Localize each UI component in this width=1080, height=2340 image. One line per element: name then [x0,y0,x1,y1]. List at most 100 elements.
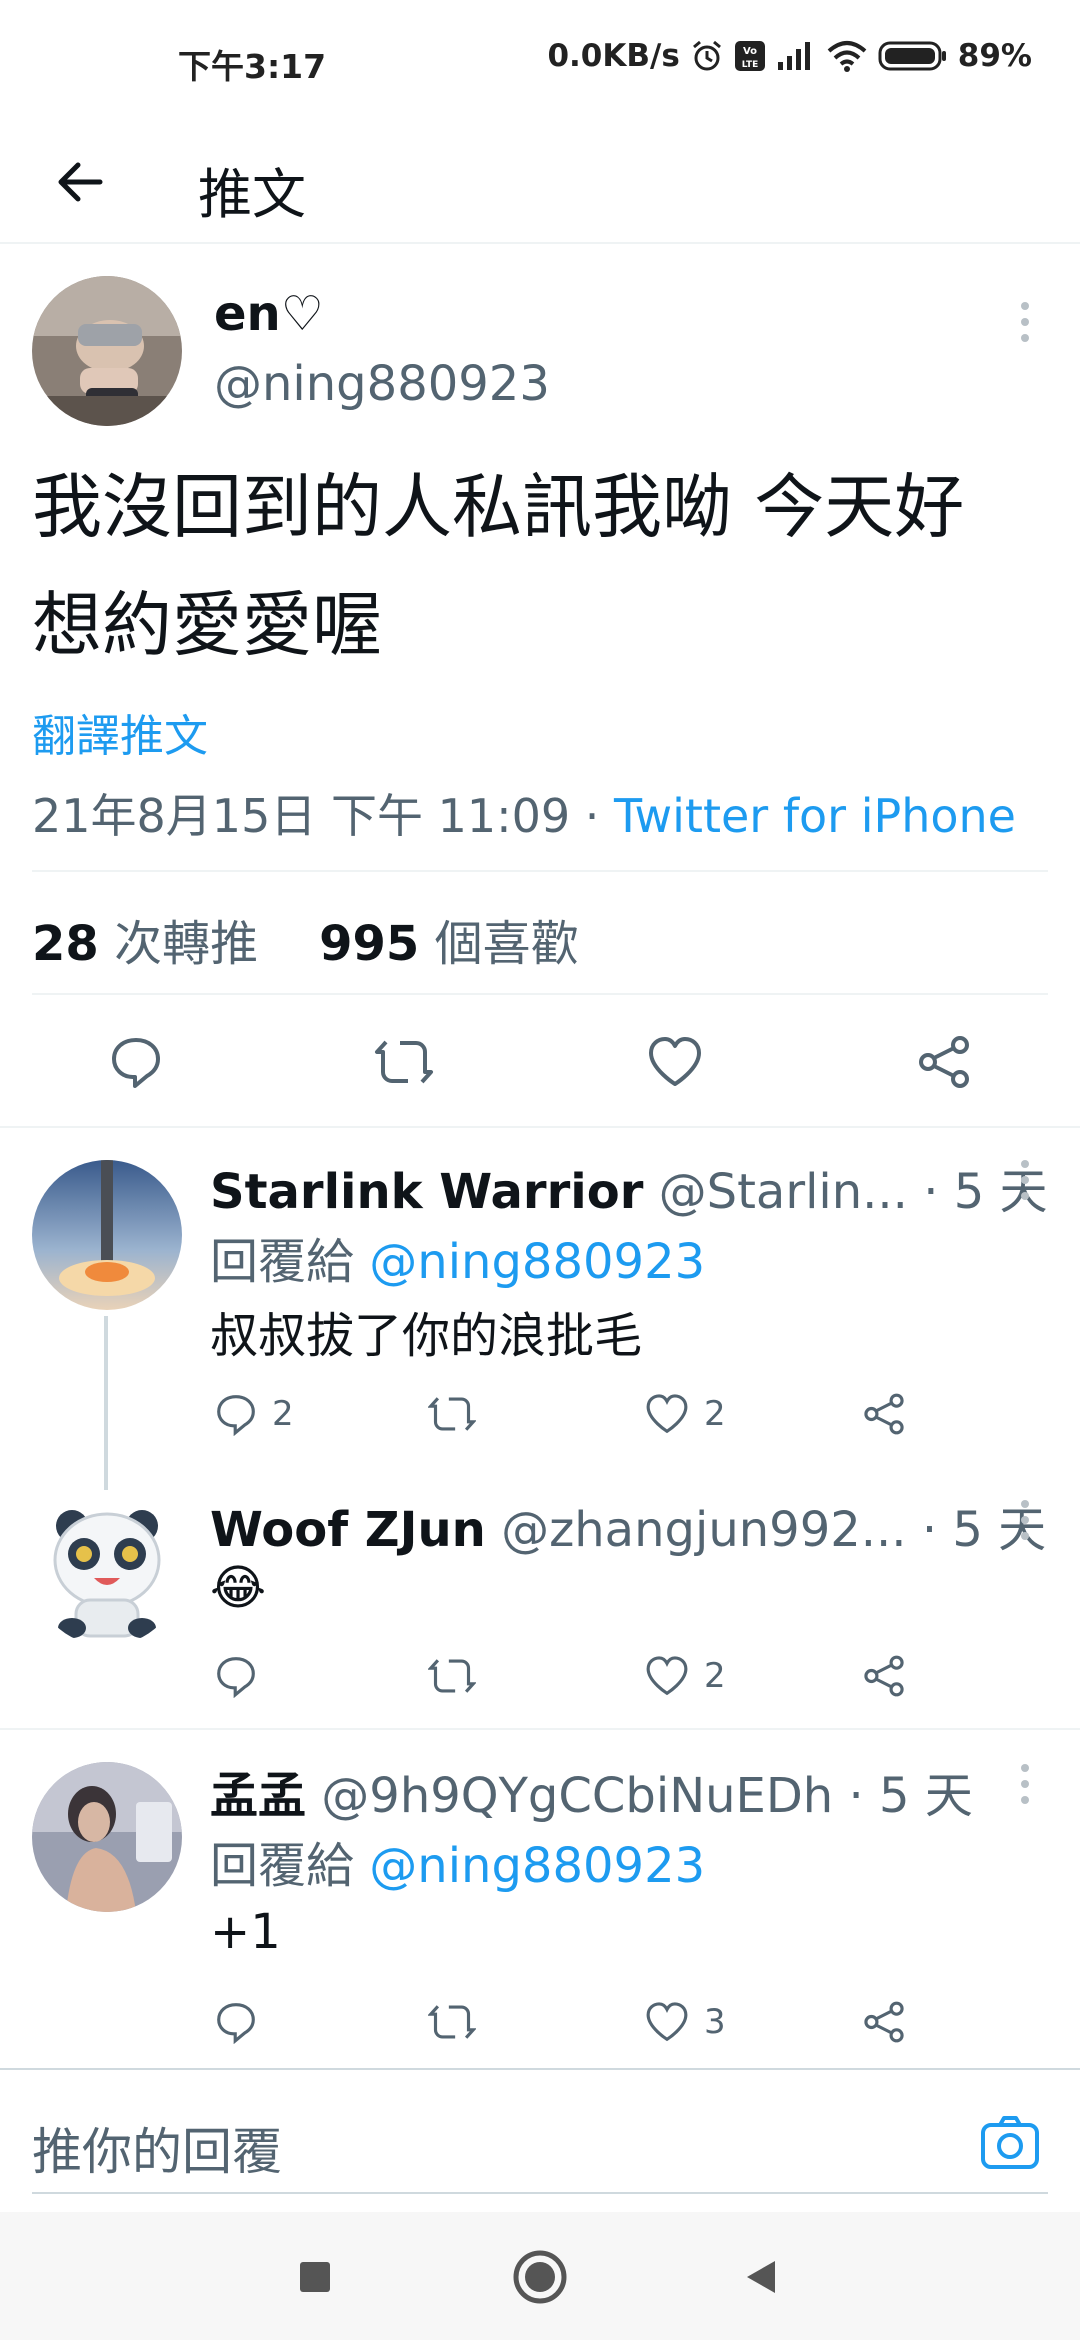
reply-text: +1 [210,1904,281,1960]
reply-icon [217,1657,255,1698]
reply-header: Starlink Warrior @Starlin... · 5 天 [210,1152,1048,1222]
reply-author-name[interactable]: Starlink Warrior [210,1164,643,1220]
battery-percent: 89% [957,38,1032,74]
camera-button[interactable] [978,2110,1042,2174]
tweet-text-line-1: 我沒回到的人私訊我呦 今天好 [32,466,965,548]
reply-to-line: 回覆給 @ning880923 [210,1222,705,1292]
network-speed: 0.0KB/s [547,38,680,74]
reply-button[interactable]: 2 [214,1392,294,1436]
reply-author-handle[interactable]: @Starlin... [659,1164,908,1220]
like-count: 2 [704,1656,726,1696]
likes-stat[interactable]: 995 個喜歡 [319,916,578,972]
reply-to-handle[interactable]: @ning880923 [369,1234,705,1290]
signal-icon [776,40,816,72]
composer-underline [32,2192,1048,2194]
author-handle[interactable]: @ning880923 [214,356,550,412]
battery-icon [878,40,948,72]
reply-count: 2 [272,1394,294,1434]
reply-author-name[interactable]: Woof ZJun [210,1502,486,1558]
more-options-button[interactable] [1005,292,1045,352]
reply-author-name[interactable]: 孟孟 [210,1768,306,1824]
likes-label: 個喜歡 [434,916,579,972]
reply-more-options-button[interactable] [1005,1150,1045,1210]
reply-author-handle[interactable]: @9h9QYgCCbiNuEDh [321,1768,833,1824]
like-button[interactable]: 2 [644,1654,726,1698]
translate-tweet-link[interactable]: 翻譯推文 [32,700,208,764]
share-icon [919,1036,969,1088]
reply-icon [112,1038,160,1088]
home-button[interactable] [505,2242,575,2312]
retweets-count: 28 [32,916,99,972]
status-bar: 下午3:17 0.0KB/s Vo LTE 89% [0,0,1080,120]
likes-count: 995 [319,916,420,972]
share-icon [864,2001,904,2043]
author-avatar[interactable] [32,276,182,426]
section-divider [0,1728,1080,1730]
retweet-icon [428,1659,476,1693]
reply-avatar[interactable] [32,1160,182,1310]
like-button[interactable] [646,1034,704,1090]
system-nav-bar [0,2212,1080,2340]
reply-actions: 2 2 [0,1386,1080,1442]
back-button[interactable] [44,146,116,218]
recents-square-icon [300,2262,330,2292]
share-button[interactable] [862,1654,906,1698]
main-tweet-actions [0,1026,1080,1098]
reply-button[interactable] [214,1654,272,1698]
arrow-left-icon [58,162,103,202]
reply-text: 叔叔拔了你的浪批毛 [210,1308,643,1364]
like-button[interactable]: 2 [644,1392,726,1436]
reply-icon [217,1395,255,1436]
share-button[interactable] [862,2000,906,2044]
page-title: 推文 [198,163,306,226]
reply-actions: 2 [0,1648,1080,1704]
heart-icon [649,1037,701,1086]
retweets-label: 次轉推 [114,916,259,972]
system-back-button[interactable] [726,2242,796,2312]
back-triangle-icon [747,2261,775,2293]
composer-divider [0,2068,1080,2070]
divider [32,993,1048,995]
like-count: 3 [704,2002,726,2042]
reply-text: 😂 [210,1560,267,1616]
reply-input[interactable]: 推你的回覆 [32,2112,282,2184]
reply-avatar[interactable] [32,1496,182,1646]
reply-to-line: 回覆給 @ning880923 [210,1826,705,1896]
svg-text:Vo: Vo [743,46,757,57]
reply-composer: 推你的回覆 [0,2072,1080,2212]
tweet-timestamp[interactable]: 21年8月15日 下午 11:09 [32,789,570,843]
retweet-button[interactable] [428,2000,490,2044]
retweets-stat[interactable]: 28 次轉推 [32,916,258,972]
reply-more-options-button[interactable] [1005,1490,1045,1550]
heart-icon [646,1394,688,1434]
heart-icon [646,1656,688,1696]
reply-avatar[interactable] [32,1762,182,1912]
status-time: 下午3:17 [178,47,327,86]
reply-header: 孟孟 @9h9QYgCCbiNuEDh · 5 天 [210,1756,973,1826]
reply-more-options-button[interactable] [1005,1754,1045,1814]
tweet-stats: 28 次轉推 995 個喜歡 [32,904,579,974]
volte-icon: Vo LTE [734,40,766,72]
share-icon [864,1393,904,1435]
reply-icon [217,2003,255,2044]
tweet-source-link[interactable]: Twitter for iPhone [614,789,1016,843]
camera-icon [981,2116,1039,2169]
share-button[interactable] [916,1034,972,1090]
reply-to-prefix: 回覆給 [210,1234,355,1290]
reply-button[interactable] [214,2000,272,2044]
reply-author-handle[interactable]: @zhangjun992... [501,1502,907,1558]
reply-to-handle[interactable]: @ning880923 [369,1838,705,1894]
retweet-button[interactable] [428,1654,490,1698]
author-name[interactable]: en♡ [214,286,324,342]
share-icon [864,1655,904,1697]
tweet-text-line-2: 想約愛愛喔 [32,584,382,666]
tweet-meta: 21年8月15日 下午 11:09 · Twitter for iPhone [32,780,1016,846]
share-button[interactable] [862,1392,906,1436]
reply-button[interactable] [108,1034,164,1090]
like-button[interactable]: 3 [644,2000,726,2044]
retweet-button[interactable] [428,1392,490,1436]
retweet-icon [375,1040,433,1084]
alarm-icon [690,39,724,73]
retweet-button[interactable] [374,1034,434,1090]
recents-button[interactable] [280,2242,350,2312]
